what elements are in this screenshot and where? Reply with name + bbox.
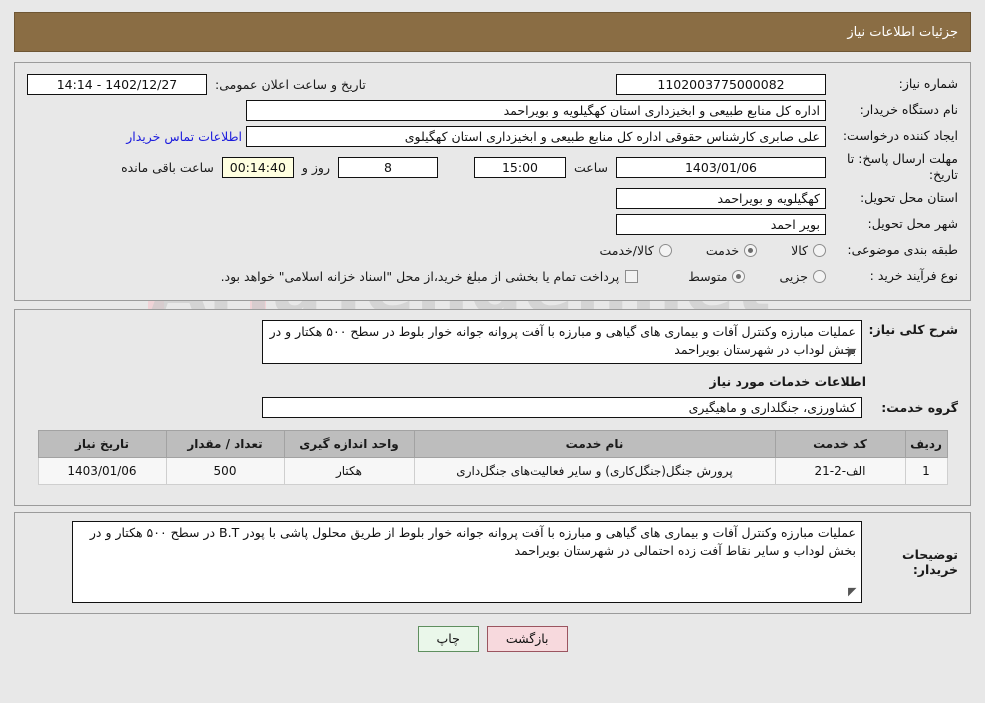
process-option-label: جزیی: [779, 269, 808, 284]
service-group-value: کشاورزی، جنگلداری و ماهیگیری: [262, 396, 862, 418]
row-need-summary: شرح کلی نیاز: عملیات مبارزه وکنترل آفات …: [27, 319, 958, 364]
resize-grip-icon[interactable]: ◥: [848, 346, 856, 359]
services-section-heading: اطلاعات خدمات مورد نیاز: [709, 373, 867, 389]
treasury-checkbox-row[interactable]: پرداخت تمام یا بخشی از مبلغ خرید،از محل …: [221, 269, 639, 284]
cell-service-name: پرورش جنگل(جنگل‌کاری) و سایر فعالیت‌های …: [413, 456, 776, 485]
th-need-date: تاریخ نیاز: [37, 429, 167, 458]
print-button[interactable]: چاپ: [417, 625, 479, 652]
need-details-panel: شماره نیاز: 1102003775000082 تاریخ و ساع…: [14, 62, 971, 301]
services-table: ردیف کد خدمت نام خدمت واحد اندازه گیری ت…: [37, 429, 948, 485]
category-radio-group: کالا خدمت کالا/خدمت: [565, 243, 826, 258]
row-province: استان محل تحویل: کهگیلویه و بویراحمد: [27, 188, 958, 210]
treasury-text: پرداخت تمام یا بخشی از مبلغ خرید،از محل …: [220, 269, 620, 284]
category-option-label: کالا/خدمت: [599, 243, 654, 258]
th-service-name: نام خدمت: [413, 429, 776, 458]
category-radio-kala-khedmat[interactable]: کالا/خدمت: [599, 243, 672, 258]
requester-value: علی صابری کارشناس حقوقی اداره کل منابع ط…: [246, 125, 826, 147]
radio-selected-icon[interactable]: [744, 244, 758, 257]
radio-icon[interactable]: [813, 244, 826, 257]
deadline-time-label: ساعت: [573, 159, 608, 175]
th-quantity: تعداد / مقدار: [165, 429, 285, 458]
back-button[interactable]: بازگشت: [486, 625, 568, 652]
remaining-clock-label: ساعت باقی مانده: [121, 159, 214, 175]
resize-grip-icon[interactable]: ◥: [848, 585, 856, 598]
radio-icon[interactable]: [813, 270, 826, 283]
requester-label: ایجاد کننده درخواست:: [842, 127, 958, 143]
row-category: طبقه بندی موضوعی: کالا خدمت کالا/خدمت: [27, 240, 958, 262]
row-city: شهر محل تحویل: بویر احمد: [27, 214, 958, 236]
need-summary-textarea[interactable]: عملیات مبارزه وکنترل آفات و بیماری های گ…: [262, 319, 862, 364]
need-number-value: 1102003775000082: [616, 73, 826, 95]
category-radio-khedmat[interactable]: خدمت: [705, 243, 758, 258]
category-option-label: کالا: [791, 243, 808, 258]
category-radio-kala[interactable]: کالا: [791, 243, 826, 258]
row-process-type: نوع فرآیند خرید : جزیی متوسط پرداخت تمام…: [27, 266, 958, 288]
table-header-row: ردیف کد خدمت نام خدمت واحد اندازه گیری ت…: [37, 429, 948, 458]
buyer-notes-panel: توضیحات خریدار: عملیات مبارزه وکنترل آفا…: [14, 511, 971, 614]
city-label: شهر محل تحویل:: [867, 216, 958, 232]
row-buyer-notes: توضیحات خریدار: عملیات مبارزه وکنترل آفا…: [27, 520, 958, 603]
process-radio-jozei[interactable]: جزیی: [779, 269, 826, 284]
radio-selected-icon[interactable]: [732, 270, 746, 283]
process-radio-motevaset[interactable]: متوسط: [688, 269, 746, 284]
buyer-notes-textarea[interactable]: عملیات مبارزه وکنترل آفات و بیماری های گ…: [72, 520, 862, 603]
page-title: جزئیات اطلاعات نیاز: [847, 24, 958, 40]
radio-icon[interactable]: [658, 244, 672, 257]
cell-radif: 1: [904, 456, 948, 485]
announce-datetime-value: 1402/12/27 - 14:14: [27, 73, 207, 95]
deadline-time-value: 15:00: [473, 156, 566, 178]
page-root: جزئیات اطلاعات نیاز شماره نیاز: 11020037…: [0, 12, 985, 652]
province-label: استان محل تحویل:: [859, 190, 958, 206]
row-buyer-org: نام دستگاه خریدار: اداره کل منابع طبیعی …: [27, 99, 958, 121]
services-panel: شرح کلی نیاز: عملیات مبارزه وکنترل آفات …: [14, 308, 971, 506]
process-label: نوع فرآیند خرید :: [869, 268, 958, 284]
province-value: کهگیلویه و بویراحمد: [616, 188, 826, 209]
remaining-clock-value: 00:14:40: [221, 156, 294, 178]
footer-buttons: بازگشت چاپ: [14, 625, 971, 652]
buyer-contact-link[interactable]: اطلاعات تماس خریدار: [126, 129, 246, 144]
th-unit: واحد اندازه گیری: [283, 429, 415, 458]
process-option-label: متوسط: [688, 269, 728, 284]
cell-quantity: 500: [165, 456, 285, 485]
page-title-bar: جزئیات اطلاعات نیاز: [14, 12, 971, 52]
th-radif: ردیف: [904, 429, 948, 458]
cell-need-date: 1403/01/06: [37, 456, 167, 485]
checkbox-icon[interactable]: [625, 270, 639, 283]
remaining-days-label: روز و: [301, 159, 330, 175]
cell-unit: هکتار: [283, 456, 415, 485]
buyer-org-label: نام دستگاه خریدار:: [859, 101, 958, 117]
remaining-days-value: 8: [337, 156, 438, 178]
row-need-number: شماره نیاز: 1102003775000082 تاریخ و ساع…: [27, 73, 958, 95]
city-value: بویر احمد: [616, 214, 826, 235]
service-group-label: گروه خدمت:: [881, 399, 958, 415]
buyer-org-value: اداره کل منابع طبیعی و ابخیزداری استان ک…: [246, 99, 826, 121]
buyer-notes-label: توضیحات خریدار:: [902, 546, 958, 577]
deadline-date-value: 1403/01/06: [616, 156, 826, 178]
announce-datetime-label: تاریخ و ساعت اعلان عمومی:: [215, 76, 366, 92]
category-option-label: خدمت: [705, 243, 740, 258]
category-label: طبقه بندی موضوعی:: [847, 242, 958, 258]
need-number-label: شماره نیاز:: [898, 75, 958, 91]
process-radio-group: جزیی متوسط: [654, 269, 826, 284]
row-deadline: مهلت ارسال پاسخ: تا تاریخ: 1403/01/06 سا…: [27, 151, 958, 184]
need-summary-label: شرح کلی نیاز:: [868, 321, 958, 337]
services-table-wrap: ردیف کد خدمت نام خدمت واحد اندازه گیری ت…: [27, 428, 958, 495]
table-row: 1 الف-2-21 پرورش جنگل(جنگل‌کاری) و سایر …: [37, 456, 948, 485]
row-requester: ایجاد کننده درخواست: علی صابری کارشناس ح…: [27, 125, 958, 147]
th-service-code: کد خدمت: [774, 429, 906, 458]
cell-service-code: الف-2-21: [774, 456, 906, 485]
row-service-group: گروه خدمت: کشاورزی، جنگلداری و ماهیگیری: [27, 396, 958, 418]
deadline-label: مهلت ارسال پاسخ: تا تاریخ:: [847, 151, 958, 183]
